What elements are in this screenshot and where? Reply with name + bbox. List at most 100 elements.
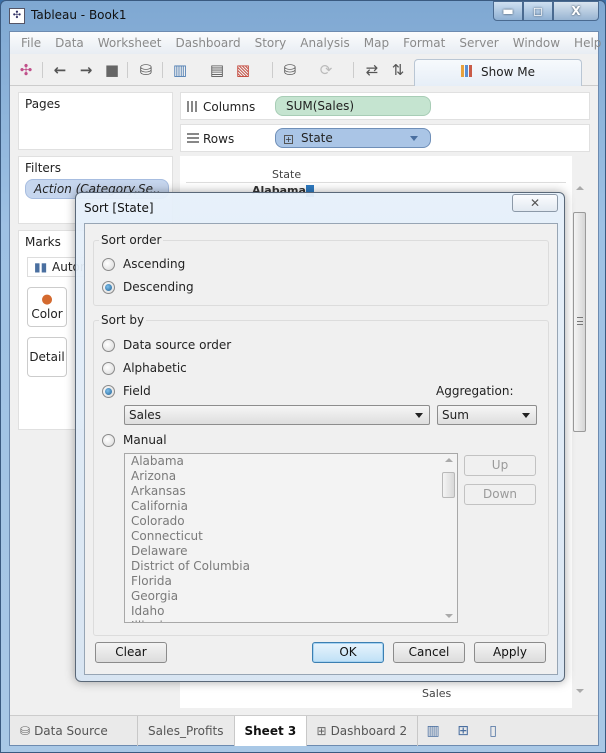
radio-data-source-order[interactable]: Data source order [102, 338, 231, 352]
menu-data[interactable]: Data [48, 36, 91, 50]
pages-card[interactable]: Pages [18, 92, 173, 150]
show-me-button[interactable]: Show Me [414, 59, 582, 86]
tab-sheet-3[interactable]: Sheet 3 [234, 716, 307, 746]
radio-label: Data source order [123, 338, 232, 352]
tab-dashboard-2[interactable]: ⊞ Dashboard 2 [307, 716, 419, 746]
menu-file[interactable]: File [14, 36, 48, 50]
cancel-button[interactable]: Cancel [393, 642, 465, 663]
swap-icon[interactable]: ⇄ [362, 60, 382, 80]
radio-descending[interactable]: Descending [102, 280, 194, 294]
menu-server[interactable]: Server [452, 36, 505, 50]
list-item[interactable]: California [125, 499, 457, 514]
clear-button[interactable]: Clear [95, 642, 167, 663]
radio-checked-icon[interactable] [102, 280, 115, 294]
new-worksheet-icon[interactable]: ▥ [170, 60, 190, 80]
menu-map[interactable]: Map [357, 36, 396, 50]
tab-sales-profits[interactable]: Sales_Profits [138, 716, 235, 746]
toolbar: ✣ ← → ■ ⛁ ▥ ▤ ▧ ⛁ ⟳ ⇄ ⇅ Show Me [10, 54, 598, 86]
scroll-thumb[interactable] [573, 212, 586, 432]
list-item[interactable]: District of Columbia [125, 559, 457, 574]
expand-icon[interactable]: + [284, 135, 293, 144]
detail-button[interactable]: Detail [27, 337, 67, 377]
menu-story[interactable]: Story [248, 36, 294, 50]
ok-button[interactable]: OK [312, 642, 384, 663]
radio-field[interactable]: Field [102, 384, 151, 398]
list-scroll-down-icon[interactable] [445, 614, 453, 618]
sum-sales-pill[interactable]: SUM(Sales) [275, 96, 431, 116]
sort-ascending-icon[interactable]: ⇅ [388, 60, 408, 80]
radio-icon[interactable] [102, 338, 115, 352]
dialog-close-button[interactable]: ✕ [512, 194, 558, 212]
up-button[interactable]: Up [464, 455, 536, 476]
list-scroll-up-icon[interactable] [445, 458, 453, 462]
list-item[interactable]: Georgia [125, 589, 457, 604]
columns-shelf[interactable]: Columns SUM(Sales) [180, 92, 590, 120]
list-item[interactable]: Arkansas [125, 484, 457, 499]
apply-button[interactable]: Apply [474, 642, 546, 663]
color-icon: ● [41, 292, 53, 307]
menu-help[interactable]: Help [567, 36, 606, 50]
grip-icon [577, 317, 583, 325]
radio-icon[interactable] [102, 257, 115, 271]
manual-sort-list[interactable]: Alabama Arizona Arkansas California Colo… [124, 453, 458, 623]
redo-icon[interactable]: → [76, 60, 96, 80]
radio-manual[interactable]: Manual [102, 433, 167, 447]
radio-alphabetic[interactable]: Alphabetic [102, 361, 187, 375]
list-scrollbar[interactable] [441, 454, 457, 622]
save-icon[interactable]: ■ [102, 60, 122, 80]
down-button[interactable]: Down [464, 484, 536, 505]
list-scroll-thumb[interactable] [442, 472, 455, 498]
rows-shelf[interactable]: Rows + State [180, 124, 590, 152]
color-button[interactable]: ● Color [27, 287, 67, 327]
header-divider [186, 182, 566, 183]
toolbar-separator [42, 62, 43, 78]
radio-checked-icon[interactable] [102, 384, 115, 398]
tab-label: Sheet 3 [244, 724, 297, 738]
minimize-button[interactable]: ▬ [493, 1, 523, 21]
radio-icon[interactable] [102, 361, 115, 375]
pill-dropdown-icon[interactable] [410, 136, 418, 141]
sort-order-group: Sort order Ascending Descending [93, 233, 549, 306]
menu-window[interactable]: Window [506, 36, 567, 50]
scroll-down-icon[interactable] [576, 689, 584, 693]
radio-label: Ascending [123, 257, 186, 271]
list-item[interactable]: Idaho [125, 604, 457, 619]
refresh-icon[interactable]: ⟳ [316, 60, 336, 80]
list-item[interactable]: Arizona [125, 469, 457, 484]
list-item[interactable]: Illinois [125, 619, 457, 622]
list-item[interactable]: Florida [125, 574, 457, 589]
viz-scrollbar[interactable] [572, 182, 588, 697]
menu-worksheet[interactable]: Worksheet [91, 36, 169, 50]
tab-data-source[interactable]: ⛁ Data Source [10, 716, 138, 746]
menu-analysis[interactable]: Analysis [293, 36, 356, 50]
duplicate-sheet-icon[interactable]: ▤ [207, 60, 227, 80]
title-bar: ✣ Tableau - Book1 ▬ ◻ X [1, 1, 605, 31]
tableau-logo-icon[interactable]: ✣ [16, 60, 36, 80]
new-story-tab-icon[interactable]: ▯ [478, 716, 508, 745]
close-window-button[interactable]: X [553, 1, 599, 21]
radio-icon[interactable] [102, 433, 115, 447]
radio-label: Descending [123, 280, 194, 294]
pause-updates-icon[interactable]: ⛁ [280, 60, 300, 80]
menu-format[interactable]: Format [396, 36, 452, 50]
state-pill[interactable]: + State [275, 128, 431, 148]
maximize-button[interactable]: ◻ [523, 1, 553, 21]
list-item[interactable]: Connecticut [125, 529, 457, 544]
scroll-up-icon[interactable] [576, 186, 584, 190]
list-item[interactable]: Colorado [125, 514, 457, 529]
new-data-source-icon[interactable]: ⛁ [136, 60, 156, 80]
clear-sheet-icon[interactable]: ▧ [233, 60, 253, 80]
aggregation-label: Aggregation: [436, 384, 514, 398]
field-select[interactable]: Sales [124, 405, 430, 425]
list-item[interactable]: Delaware [125, 544, 457, 559]
rows-label: Rows [203, 132, 235, 146]
marks-title: Marks [25, 235, 61, 249]
new-dashboard-tab-icon[interactable]: ⊞ [448, 716, 478, 745]
menu-dashboard[interactable]: Dashboard [168, 36, 247, 50]
aggregation-select[interactable]: Sum [437, 405, 537, 425]
undo-icon[interactable]: ← [50, 60, 70, 80]
tableau-app-icon: ✣ [9, 8, 25, 24]
new-worksheet-tab-icon[interactable]: ▥ [418, 716, 448, 745]
list-item[interactable]: Alabama [125, 454, 457, 469]
radio-ascending[interactable]: Ascending [102, 257, 185, 271]
